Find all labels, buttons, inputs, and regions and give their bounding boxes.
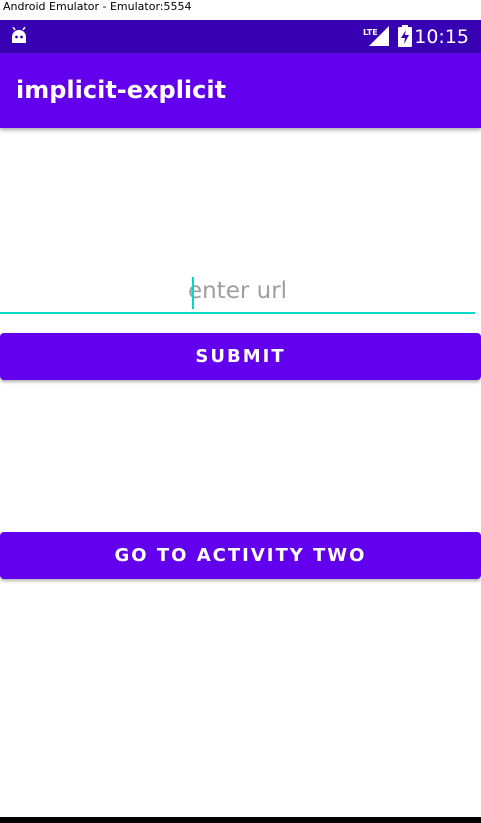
status-bar: LTE 10:15 [0,20,481,53]
submit-button[interactable]: SUBMIT [0,333,481,380]
navigation-bar [0,817,481,823]
lte-signal-icon: LTE [363,26,389,46]
status-clock: 10:15 [414,26,469,48]
go-to-activity-two-button[interactable]: GO TO ACTIVITY TWO [0,532,481,579]
window-title: Android Emulator - Emulator:5554 [0,0,481,20]
url-input-underline [0,312,475,314]
text-cursor [192,277,194,309]
url-field[interactable] [0,270,475,315]
lte-label: LTE [363,28,378,37]
app-title: implicit-explicit [16,76,227,104]
android-notification-icon [12,27,26,43]
app-bar: implicit-explicit [0,53,481,128]
url-input[interactable] [0,270,475,312]
battery-charging-icon [398,25,412,47]
